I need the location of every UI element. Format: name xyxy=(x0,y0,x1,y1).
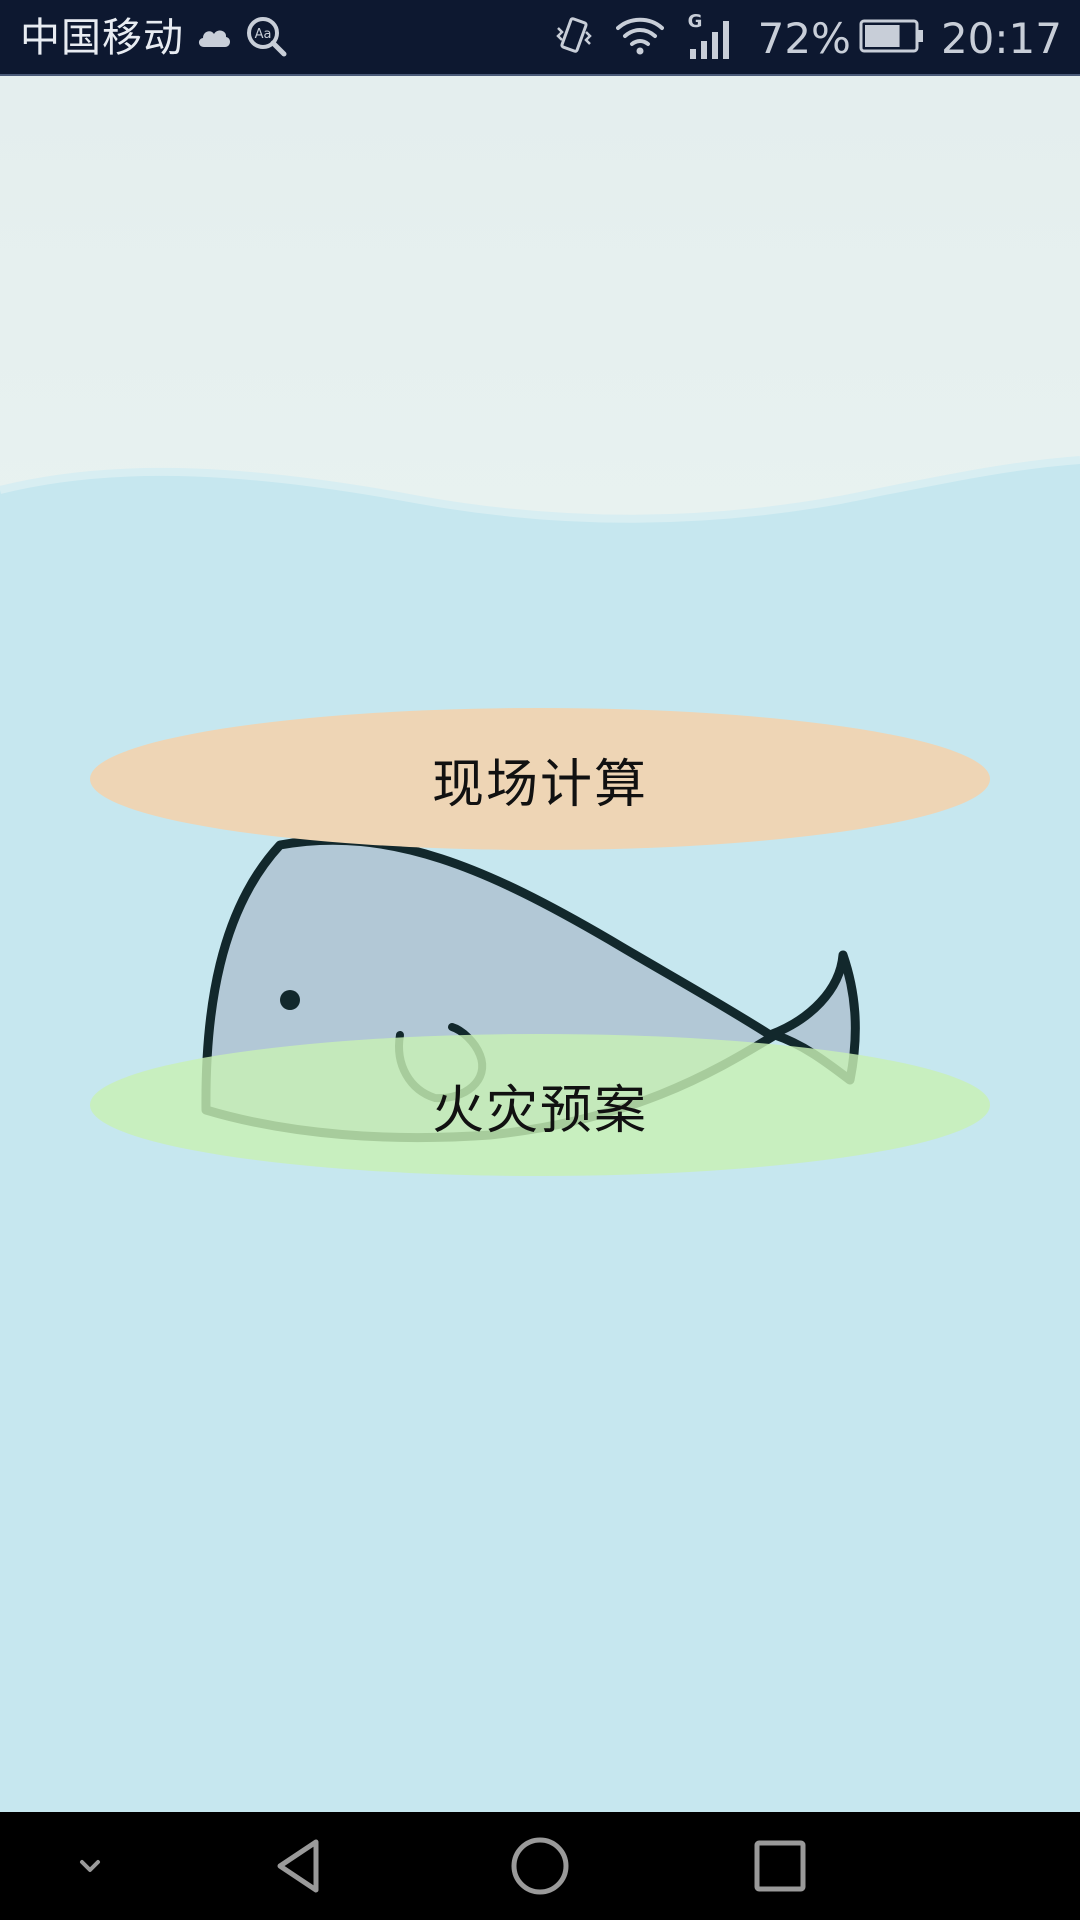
screen: 中国移动 Aa G 72% 20:17 现场计算 火灾预案 xyxy=(0,0,1080,1920)
clock: 20:17 xyxy=(940,13,1062,63)
fire-plan-label: 火灾预案 xyxy=(431,1080,648,1141)
recents-icon[interactable] xyxy=(730,1812,830,1920)
water-surface-wave xyxy=(0,456,1080,560)
status-bar-right: G 72% 20:17 xyxy=(542,0,1062,76)
fire-plan-button[interactable]: 火灾预案 xyxy=(90,1034,990,1176)
cell-signal-icon: G xyxy=(684,11,736,63)
navigation-bar xyxy=(0,1812,1080,1920)
onsite-calculation-label: 现场计算 xyxy=(431,754,648,815)
chevron-down-icon[interactable] xyxy=(50,1812,130,1920)
home-icon[interactable] xyxy=(490,1812,590,1920)
vibrate-icon xyxy=(554,14,594,62)
wifi-icon xyxy=(615,16,664,60)
cloud-icon xyxy=(196,23,232,53)
battery-percent: 72% xyxy=(757,13,851,63)
onsite-calculation-button[interactable]: 现场计算 xyxy=(90,708,990,850)
status-bar-left: 中国移动 Aa xyxy=(20,0,288,76)
svg-text:Aa: Aa xyxy=(255,27,272,42)
back-icon[interactable] xyxy=(250,1812,350,1920)
status-bar: 中国移动 Aa G 72% 20:17 xyxy=(0,0,1080,76)
battery-icon xyxy=(859,19,925,57)
accessibility-search-icon: Aa xyxy=(244,14,288,62)
carrier-name: 中国移动 xyxy=(20,15,184,61)
